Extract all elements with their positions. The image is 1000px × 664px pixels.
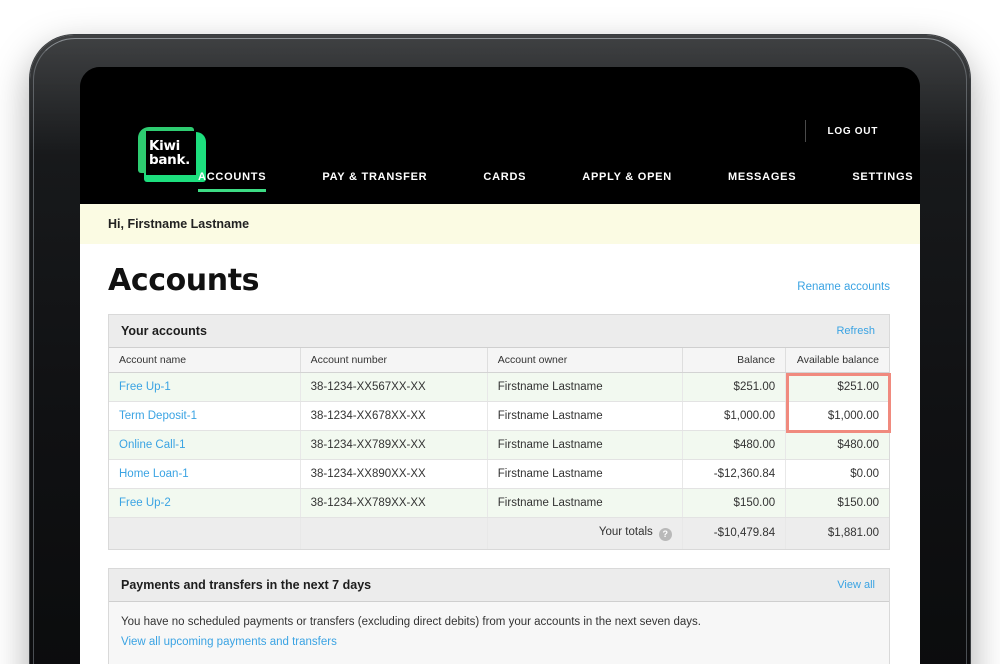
- accounts-panel: Your accounts Refresh Account name Accou…: [108, 314, 891, 550]
- nav-item-accounts[interactable]: ACCOUNTS: [198, 171, 267, 192]
- payments-panel-title: Payments and transfers in the next 7 day…: [121, 577, 372, 592]
- table-row: Online Call-1 38-1234-XX789XX-XX Firstname…: [109, 430, 889, 460]
- account-owner-cell: Firstname Lastname: [486, 401, 683, 431]
- account-name-link[interactable]: Free Up-1: [119, 381, 171, 393]
- available-balance-cell: $0.00: [785, 459, 889, 489]
- tablet-frame: Kiwi bank. LOG OUT ACCOUNTS PAY & TRANSFE…: [30, 35, 970, 664]
- column-header-account-owner: Account owner: [486, 348, 683, 373]
- account-name-cell: Term Deposit-1: [109, 401, 301, 431]
- nav-item-apply-open[interactable]: APPLY & OPEN: [582, 171, 672, 192]
- page-title: Accounts: [108, 263, 260, 298]
- accounts-panel-title: Your accounts: [121, 324, 207, 338]
- nav-item-cards[interactable]: CARDS: [483, 171, 526, 192]
- nav-item-pay-transfer[interactable]: PAY & TRANSFER: [322, 171, 427, 192]
- logout-button[interactable]: LOG OUT: [828, 126, 878, 137]
- accounts-table-head: Account name Account number Account owner B…: [109, 348, 889, 373]
- logo-wordmark: Kiwi bank.: [146, 131, 196, 175]
- tablet-screen: Kiwi bank. LOG OUT ACCOUNTS PAY & TRANSFE…: [80, 67, 920, 664]
- table-row: Free Up-1 38-1234-XX567XX-XX Firstname Las…: [109, 372, 889, 402]
- balance-cell: $251.00: [681, 372, 786, 402]
- nav-item-settings[interactable]: SETTINGS: [852, 171, 913, 192]
- available-balance-cell: $480.00: [785, 430, 889, 460]
- column-header-balance: Balance: [681, 348, 786, 373]
- payments-panel-header: Payments and transfers in the next 7 day…: [109, 568, 889, 602]
- totals-label: Your totals: [598, 526, 653, 538]
- accounts-table-header-row: Account name Account number Account owner B…: [109, 348, 889, 373]
- account-name-cell: Home Loan-1: [109, 459, 301, 489]
- greeting-banner: Hi, Firstname Lastname: [80, 204, 920, 244]
- site-header: Kiwi bank. LOG OUT ACCOUNTS PAY & TRANSFE…: [80, 67, 920, 204]
- balance-cell: $480.00: [681, 430, 786, 460]
- accounts-table-body: Free Up-1 38-1234-XX567XX-XX Firstname Las…: [109, 372, 889, 518]
- table-row: Home Loan-1 38-1234-XX890XX-XX Firstname L…: [109, 459, 889, 489]
- column-header-available-balance: Available balance: [785, 348, 889, 373]
- account-name-link[interactable]: Home Loan-1: [119, 468, 189, 480]
- balance-cell: -$12,360.84: [681, 459, 786, 489]
- account-number-cell: 38-1234-XX789XX-XX: [299, 430, 488, 460]
- account-number-cell: 38-1234-XX789XX-XX: [299, 488, 488, 518]
- account-number-cell: 38-1234-XX567XX-XX: [299, 372, 488, 402]
- accounts-panel-header: Your accounts Refresh: [109, 315, 889, 348]
- totals-row: Your totals? -$10,479.84 $1,881.00: [109, 517, 889, 549]
- accounts-table: Account name Account number Account owner B…: [109, 348, 889, 549]
- main-navigation: ACCOUNTS PAY & TRANSFER CARDS APPLY & OPEN M…: [198, 171, 913, 192]
- totals-label-cell: Your totals?: [486, 517, 683, 549]
- payments-panel-body: You have no scheduled payments or transf…: [109, 601, 889, 664]
- account-owner-cell: Firstname Lastname: [486, 430, 683, 460]
- logo-line-1: Kiwi: [149, 138, 180, 154]
- logout-area: LOG OUT: [804, 120, 878, 142]
- column-header-account-number: Account number: [299, 348, 488, 373]
- account-name-cell: Free Up-1: [109, 372, 301, 402]
- totals-available-balance: $1,881.00: [785, 517, 889, 549]
- account-name-cell: Online Call-1: [109, 430, 301, 460]
- help-icon[interactable]: ?: [658, 527, 672, 541]
- account-name-cell: Free Up-2: [109, 488, 301, 518]
- page-header-row: Accounts Rename accounts: [80, 244, 920, 296]
- balance-cell: $150.00: [681, 488, 786, 518]
- payments-panel: Payments and transfers in the next 7 day…: [108, 567, 890, 664]
- accounts-table-foot: Your totals? -$10,479.84 $1,881.00: [109, 517, 889, 549]
- available-balance-cell: $150.00: [785, 488, 889, 518]
- account-owner-cell: Firstname Lastname: [486, 488, 683, 518]
- payments-empty-message: You have no scheduled payments or transf…: [121, 615, 702, 628]
- account-number-cell: 38-1234-XX890XX-XX: [299, 459, 488, 489]
- column-header-account-name: Account name: [109, 348, 301, 373]
- balance-cell: $1,000.00: [681, 401, 786, 431]
- account-name-link[interactable]: Free Up-2: [119, 497, 171, 509]
- account-number-cell: 38-1234-XX678XX-XX: [299, 401, 488, 431]
- totals-spacer-1: [109, 517, 301, 549]
- account-owner-cell: Firstname Lastname: [486, 459, 683, 489]
- device-stage: Kiwi bank. LOG OUT ACCOUNTS PAY & TRANSFE…: [0, 0, 1000, 664]
- logo-line-2: bank.: [149, 152, 190, 168]
- view-all-link[interactable]: View all: [837, 579, 875, 591]
- totals-spacer-2: [299, 517, 488, 549]
- logout-divider: [804, 120, 806, 142]
- account-owner-cell: Firstname Lastname: [486, 372, 683, 402]
- rename-accounts-link[interactable]: Rename accounts: [797, 281, 890, 296]
- view-upcoming-payments-link[interactable]: View all upcoming payments and transfers: [121, 636, 337, 648]
- account-name-link[interactable]: Online Call-1: [119, 439, 185, 451]
- account-name-link[interactable]: Term Deposit-1: [119, 410, 197, 422]
- table-row: Term Deposit-1 38-1234-XX678XX-XX Firstnam…: [109, 401, 889, 431]
- refresh-link[interactable]: Refresh: [836, 325, 875, 337]
- totals-balance: -$10,479.84: [681, 517, 786, 549]
- available-balance-cell: $251.00: [785, 372, 889, 402]
- page-body: Hi, Firstname Lastname Accounts Rename a…: [80, 204, 920, 664]
- table-row: Free Up-2 38-1234-XX789XX-XX Firstname Las…: [109, 488, 889, 518]
- nav-item-messages[interactable]: MESSAGES: [728, 171, 796, 192]
- available-balance-cell: $1,000.00: [785, 401, 889, 431]
